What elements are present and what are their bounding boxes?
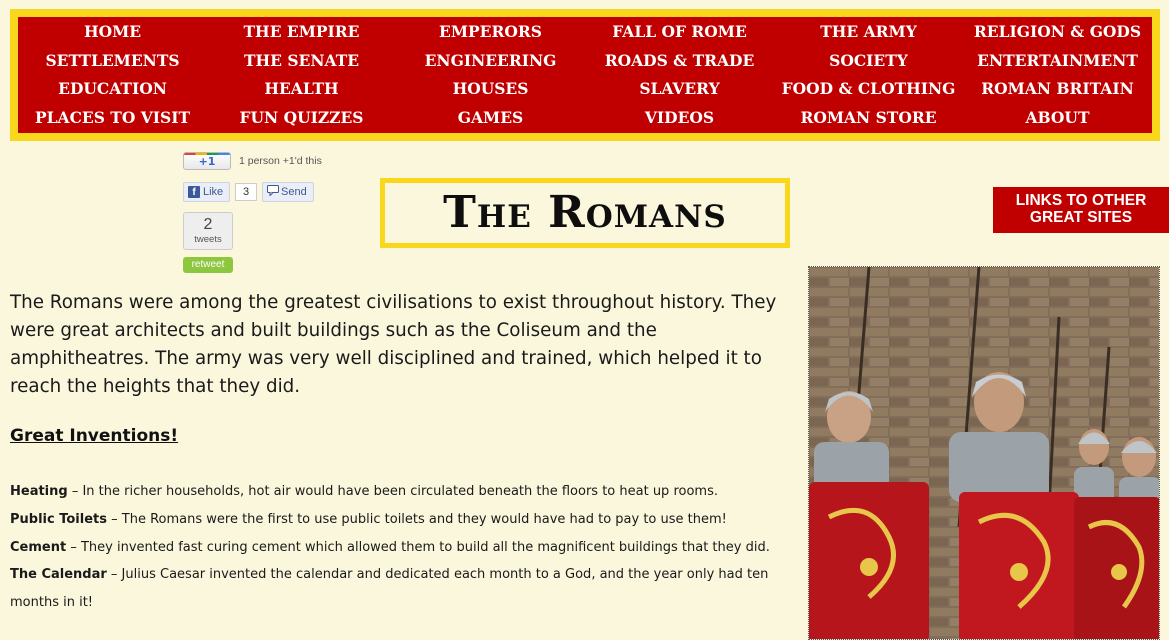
nav-link-food-clothing[interactable]: FOOD & CLOTHING <box>774 75 963 104</box>
nav-link-fun-quizzes[interactable]: FUN QUIZZES <box>207 104 396 133</box>
invention-term: Public Toilets <box>10 511 107 527</box>
facebook-like-button[interactable]: f Like <box>183 182 230 202</box>
nav-link-the-army[interactable]: THE ARMY <box>774 18 963 47</box>
nav-link-religion-gods[interactable]: RELIGION & GODS <box>963 18 1152 47</box>
nav-link-places-to-visit[interactable]: PLACES TO VISIT <box>18 104 207 133</box>
nav-link-emperors[interactable]: EMPERORS <box>396 18 585 47</box>
nav-link-roman-britain[interactable]: ROMAN BRITAIN <box>963 75 1152 104</box>
facebook-send-button[interactable]: Send <box>262 182 314 202</box>
invention-term: The Calendar <box>10 567 107 583</box>
google-colors-bar <box>184 153 230 155</box>
inventions-heading: Great Inventions! <box>10 426 179 446</box>
invention-description: – The Romans were the first to use publi… <box>107 511 727 527</box>
tweet-count-label: tweets <box>194 234 222 245</box>
nav-link-fall-of-rome[interactable]: FALL OF ROME <box>585 18 774 47</box>
nav-link-videos[interactable]: VIDEOS <box>585 104 774 133</box>
list-item: The Calendar – Julius Caesar invented th… <box>10 561 790 617</box>
nav-link-education[interactable]: EDUCATION <box>18 75 207 104</box>
invention-term: Cement <box>10 539 67 555</box>
tweet-counter: 2 tweets <box>183 212 233 250</box>
nav-link-about[interactable]: ABOUT <box>963 104 1152 133</box>
inventions-list: Heating – In the richer households, hot … <box>10 478 790 617</box>
facebook-icon: f <box>188 186 200 198</box>
nav-link-society[interactable]: SOCIETY <box>774 47 963 76</box>
intro-paragraph: The Romans were among the greatest civil… <box>10 292 777 397</box>
facebook-like-label: Like <box>203 186 224 198</box>
roman-soldiers-illustration <box>809 267 1159 639</box>
list-item: Cement – They invented fast curing cemen… <box>10 534 790 562</box>
google-plus-one-label: +1 <box>198 155 216 168</box>
nav-link-houses[interactable]: HOUSES <box>396 75 585 104</box>
invention-description: – Julius Caesar invented the calendar an… <box>10 567 769 611</box>
google-plus-count-text: 1 person +1'd this <box>239 155 322 167</box>
nav-link-games[interactable]: GAMES <box>396 104 585 133</box>
list-item: Public Toilets – The Romans were the fir… <box>10 506 790 534</box>
nav-link-roman-store[interactable]: ROMAN STORE <box>774 104 963 133</box>
nav-link-the-senate[interactable]: THE SENATE <box>207 47 396 76</box>
invention-description: – In the richer households, hot air woul… <box>67 484 718 499</box>
nav-link-the-empire[interactable]: THE EMPIRE <box>207 18 396 47</box>
facebook-send-label: Send <box>281 186 307 198</box>
nav-link-health[interactable]: HEALTH <box>207 75 396 104</box>
facebook-like-count: 3 <box>235 183 257 201</box>
retweet-button[interactable]: retweet <box>183 257 233 273</box>
invention-term: Heating <box>10 484 68 499</box>
nav-menu: HOME THE EMPIRE EMPERORS FALL OF ROME TH… <box>18 17 1152 133</box>
page-title: The Romans <box>443 187 727 238</box>
list-item: Heating – In the richer households, hot … <box>10 478 790 506</box>
nav-link-settlements[interactable]: SETTLEMENTS <box>18 47 207 76</box>
nav-link-home[interactable]: HOME <box>18 18 207 47</box>
nav-link-slavery[interactable]: SLAVERY <box>585 75 774 104</box>
tweet-count: 2 <box>203 216 213 233</box>
invention-description: – They invented fast curing cement which… <box>66 539 770 555</box>
nav-link-entertainment[interactable]: ENTERTAINMENT <box>963 47 1152 76</box>
nav-link-roads-trade[interactable]: ROADS & TRADE <box>585 47 774 76</box>
page-title-box: The Romans <box>380 178 790 248</box>
google-plus-one-button[interactable]: +1 <box>183 152 231 170</box>
speech-bubble-icon <box>267 185 279 197</box>
main-navigation: HOME THE EMPIRE EMPERORS FALL OF ROME TH… <box>10 9 1160 141</box>
nav-link-engineering[interactable]: ENGINEERING <box>396 47 585 76</box>
roman-soldiers-photo <box>808 266 1160 640</box>
links-to-other-sites-button[interactable]: LINKS TO OTHER GREAT SITES <box>993 187 1169 233</box>
